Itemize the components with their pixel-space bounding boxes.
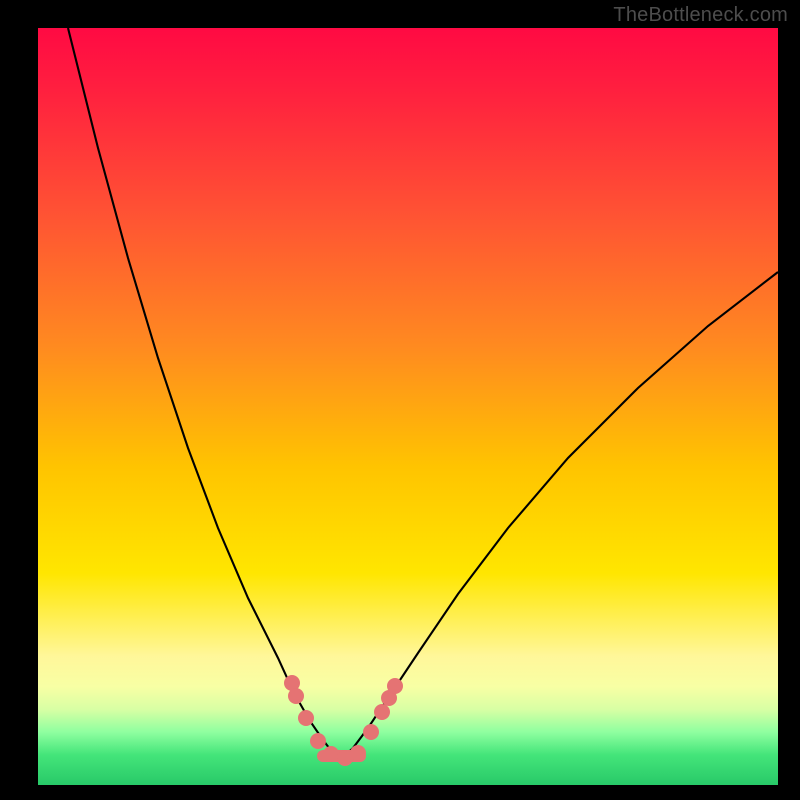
marker-dot bbox=[350, 745, 366, 761]
marker-dot bbox=[288, 688, 304, 704]
right-branch-curve bbox=[340, 272, 778, 760]
marker-dot bbox=[323, 746, 339, 762]
left-branch-curve bbox=[68, 28, 340, 760]
outer-frame: TheBottleneck.com bbox=[0, 0, 800, 800]
watermark-text: TheBottleneck.com bbox=[613, 4, 788, 27]
marker-dot bbox=[374, 704, 390, 720]
marker-dot bbox=[363, 724, 379, 740]
marker-dot bbox=[310, 733, 326, 749]
plot-area bbox=[38, 28, 778, 785]
marker-cluster bbox=[284, 675, 403, 766]
curve-layer bbox=[38, 28, 778, 785]
marker-dot bbox=[387, 678, 403, 694]
marker-dot bbox=[298, 710, 314, 726]
